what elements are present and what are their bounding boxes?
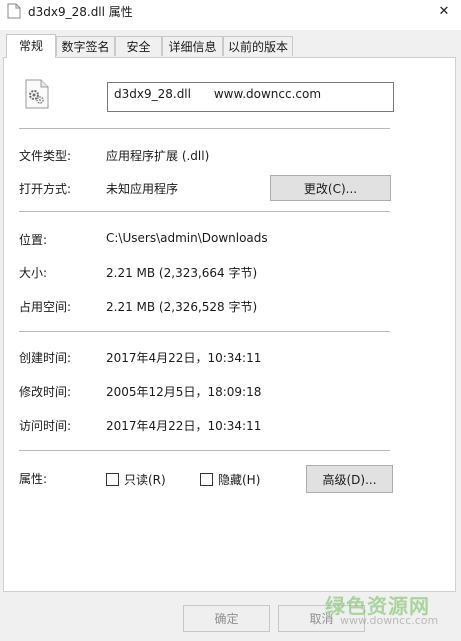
tab-security[interactable]: 安全 bbox=[115, 36, 162, 56]
tab-previous-versions[interactable]: 以前的版本 bbox=[223, 36, 293, 56]
readonly-label: 只读(R) bbox=[124, 473, 166, 487]
dll-gear-file-icon bbox=[24, 79, 50, 112]
close-button[interactable]: ✕ bbox=[427, 0, 461, 22]
tab-digital-signatures[interactable]: 数字签名 bbox=[56, 36, 115, 56]
created-value: 2017年4月22日，10:34:11 bbox=[106, 351, 262, 365]
change-button[interactable]: 更改(C)... bbox=[270, 175, 391, 201]
separator bbox=[19, 128, 390, 129]
accessed-label: 访问时间: bbox=[19, 419, 72, 433]
attributes-label: 属性: bbox=[19, 472, 48, 486]
readonly-checkbox[interactable]: 只读(R) bbox=[106, 471, 166, 488]
advanced-button[interactable]: 高级(D)... bbox=[306, 465, 393, 493]
hidden-checkbox[interactable]: 隐藏(H) bbox=[200, 471, 260, 488]
watermark-url: www.downcc.com bbox=[340, 614, 439, 627]
separator bbox=[19, 450, 390, 451]
file-icon bbox=[7, 3, 21, 22]
size-label: 大小: bbox=[19, 266, 48, 280]
separator bbox=[19, 331, 390, 332]
hidden-label: 隐藏(H) bbox=[218, 473, 261, 487]
size-on-disk-value: 2.21 MB (2,326,528 字节) bbox=[106, 300, 258, 314]
created-label: 创建时间: bbox=[19, 351, 72, 365]
modified-label: 修改时间: bbox=[19, 385, 72, 399]
file-type-value: 应用程序扩展 (.dll) bbox=[106, 149, 210, 163]
tab-general[interactable]: 常规 bbox=[6, 34, 56, 58]
modified-value: 2005年12月5日，18:09:18 bbox=[106, 385, 262, 399]
title-bar: d3dx9_28.dll 属性 ✕ bbox=[0, 0, 461, 30]
file-type-label: 文件类型: bbox=[19, 149, 72, 163]
size-value: 2.21 MB (2,323,664 字节) bbox=[106, 266, 258, 280]
accessed-value: 2017年4月22日，10:34:11 bbox=[106, 419, 262, 433]
location-value: C:\Users\admin\Downloads bbox=[106, 231, 268, 245]
window-title: d3dx9_28.dll 属性 bbox=[28, 5, 133, 19]
checkbox-box[interactable] bbox=[200, 473, 213, 486]
tab-details[interactable]: 详细信息 bbox=[162, 36, 223, 56]
checkbox-box[interactable] bbox=[106, 473, 119, 486]
location-label: 位置: bbox=[19, 233, 48, 247]
file-name-field[interactable]: d3dx9_28.dll www.downcc.com bbox=[107, 82, 394, 112]
open-with-label: 打开方式: bbox=[19, 182, 72, 196]
open-with-value: 未知应用程序 bbox=[106, 182, 179, 196]
ok-button[interactable]: 确定 bbox=[183, 605, 270, 632]
general-panel: d3dx9_28.dll www.downcc.com 文件类型: 应用程序扩展… bbox=[3, 57, 456, 592]
separator bbox=[19, 211, 390, 212]
size-on-disk-label: 占用空间: bbox=[19, 300, 72, 314]
